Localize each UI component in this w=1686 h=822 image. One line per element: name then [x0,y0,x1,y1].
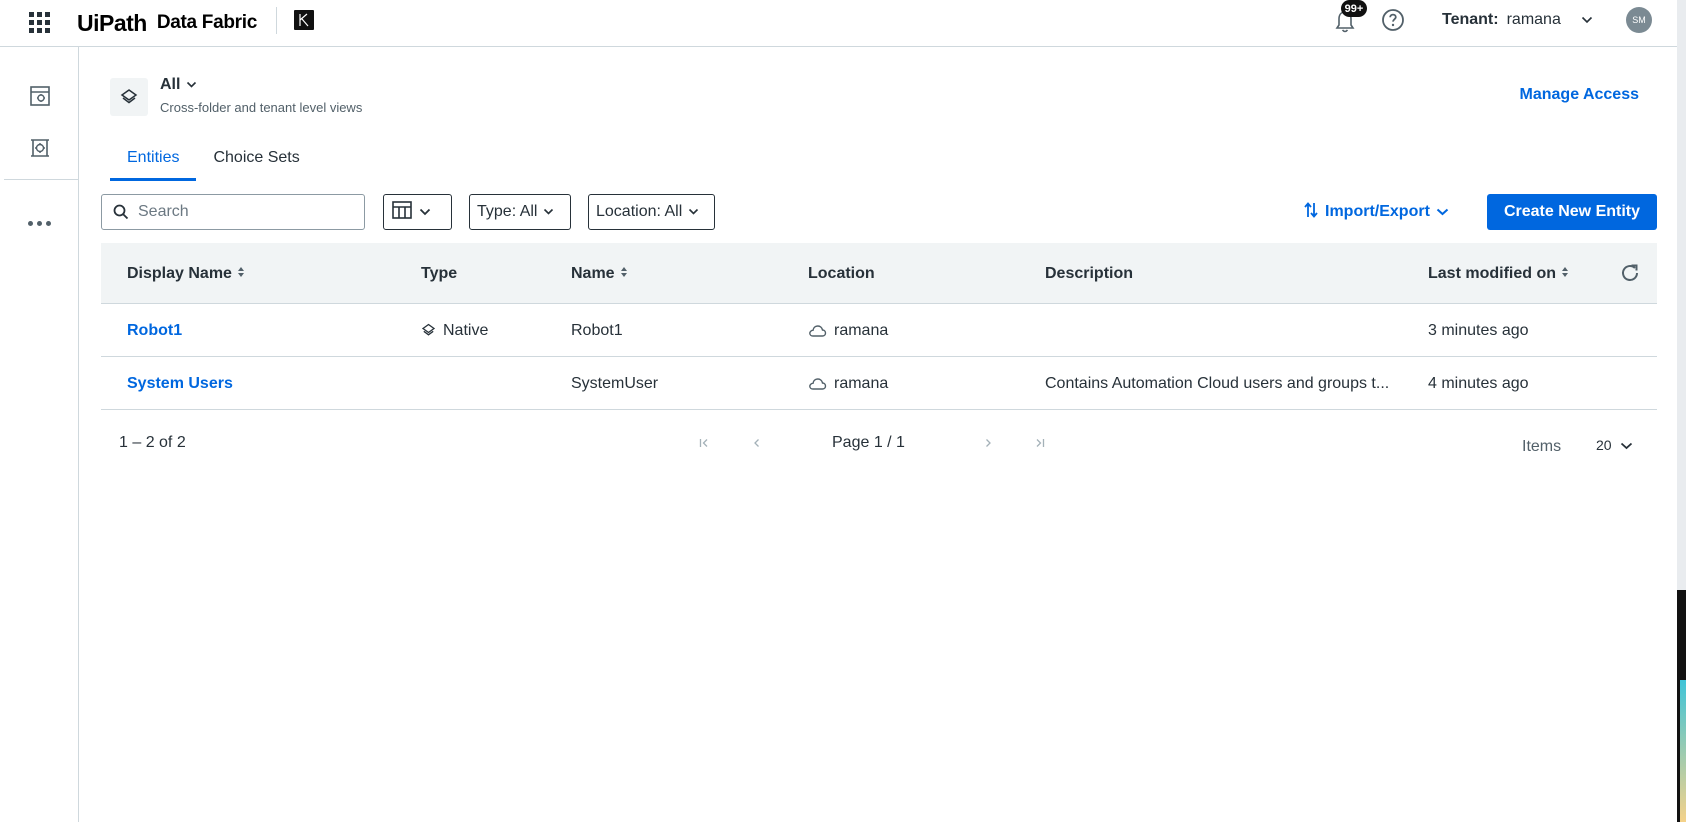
tenant-label: Tenant: [1442,11,1499,28]
tenant-logo-icon [294,10,314,30]
top-bar: UiPath Data Fabric 99+ Tenant: ramana SM [0,0,1680,47]
desktop-color-strip [1680,680,1686,822]
column-header-last-modified[interactable]: Last modified on [1428,243,1569,304]
chevron-down-icon [1620,437,1633,453]
sort-icon [620,265,628,283]
column-header-label: Last modified on [1428,264,1556,282]
entity-type-cell: Native [421,304,488,357]
search-input[interactable] [138,203,358,221]
entity-location-label: ramana [834,321,889,339]
entity-last-modified-cell: 3 minutes ago [1428,321,1529,339]
refresh-icon[interactable] [1618,261,1642,285]
import-export-icon [1303,200,1319,225]
entity-location-label: ramana [834,374,889,392]
cloud-icon [808,377,827,391]
pagination-range: 1 – 2 of 2 [119,434,186,451]
location-filter-dropdown[interactable]: Location: All [588,194,715,230]
layers-icon [110,78,148,116]
search-box [101,194,365,230]
create-new-entity-button[interactable]: Create New Entity [1487,194,1657,230]
user-avatar[interactable]: SM [1626,7,1652,33]
entity-display-name-link[interactable]: Robot1 [127,304,182,357]
page-indicator: Page 1 / 1 [832,434,905,451]
chevron-down-icon [419,203,431,221]
settings-nav-icon[interactable] [27,135,53,161]
entities-nav-icon[interactable] [27,83,53,109]
next-page-icon[interactable] [978,433,998,453]
items-per-page-select[interactable]: 20 [1596,437,1633,453]
notifications-badge: 99+ [1341,0,1367,17]
chevron-down-icon [543,203,554,221]
folder-name: All [160,76,181,93]
tab-choice-sets[interactable]: Choice Sets [196,140,316,181]
import-export-button[interactable]: Import/Export [1303,200,1449,224]
tenant-value: ramana [1506,11,1561,28]
left-rail [0,47,79,822]
entity-description-cell [1045,304,1400,357]
entity-description-cell: Contains Automation Cloud users and grou… [1045,375,1390,392]
column-header-display-name[interactable]: Display Name [127,243,245,304]
items-per-page-value: 20 [1596,437,1612,453]
app-page: UiPath Data Fabric 99+ Tenant: ramana SM… [0,0,1686,822]
native-layers-icon [421,323,436,338]
entity-display-name-link[interactable]: System Users [127,357,233,410]
column-header-description: Description [1045,264,1134,282]
entity-last-modified-cell: 4 minutes ago [1428,374,1529,392]
help-icon[interactable] [1381,8,1405,32]
sort-icon [237,265,245,283]
import-export-label: Import/Export [1325,203,1430,220]
sort-icon [1561,265,1569,283]
rail-divider [4,179,78,180]
column-header-label: Name [571,264,615,282]
brand[interactable]: UiPath Data Fabric [77,8,257,38]
table-header: Display Name Type Name Location Descript… [101,243,1657,304]
entities-table: Display Name Type Name Location Descript… [101,243,1657,410]
tab-entities[interactable]: Entities [110,140,197,181]
entity-location-cell: ramana [808,304,888,357]
column-picker-button[interactable] [383,194,452,230]
chevron-down-icon [1581,11,1593,29]
cloud-icon [808,324,827,338]
chevron-down-icon [186,76,197,94]
search-icon [112,203,130,221]
tenant-selector[interactable]: Tenant: ramana [1442,9,1593,31]
items-per-page-label: Items [1522,438,1562,455]
brand-logo: UiPath [77,9,147,36]
product-name: Data Fabric [156,12,258,33]
chevron-down-icon [688,203,699,221]
column-header-type: Type [421,264,458,282]
table-row[interactable]: Robot1 Native Robot1 ramana 3 minutes ag… [101,304,1657,357]
entity-location-cell: ramana [808,357,888,410]
tab-bar: Entities Choice Sets [110,140,317,181]
chevron-down-icon [1436,203,1449,221]
topbar-divider [276,7,277,34]
folder-description: Cross-folder and tenant level views [160,100,363,115]
manage-access-link[interactable]: Manage Access [1520,86,1639,104]
column-header-location: Location [808,264,875,282]
column-header-name[interactable]: Name [571,243,628,304]
window-edge [1677,0,1686,822]
column-header-label: Display Name [127,264,232,282]
more-options-icon[interactable] [28,217,52,229]
table-row[interactable]: System Users SystemUser ramana Contains … [101,357,1657,410]
entity-name-cell: Robot1 [571,321,623,339]
table-columns-icon [391,200,413,225]
entity-name-cell: SystemUser [571,374,659,392]
entity-type-label: Native [443,321,489,339]
type-filter-dropdown[interactable]: Type: All [469,194,571,230]
first-page-icon[interactable] [694,433,714,453]
type-filter-label: Type: All [477,203,538,220]
app-launcher-icon[interactable] [29,12,51,34]
location-filter-label: Location: All [596,203,683,220]
previous-page-icon[interactable] [747,433,767,453]
last-page-icon[interactable] [1030,433,1050,453]
folder-selector[interactable]: All [160,76,197,94]
